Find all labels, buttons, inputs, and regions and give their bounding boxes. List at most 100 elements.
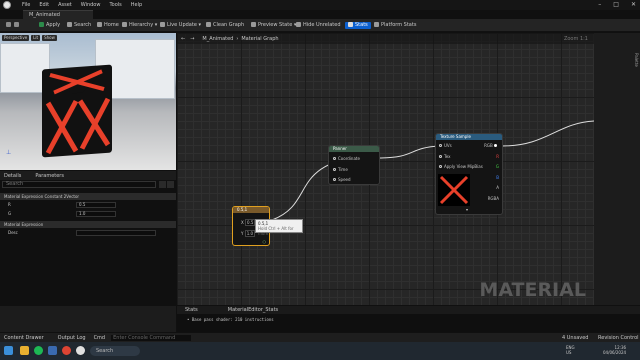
- pin-rgb-label: RGB: [484, 143, 493, 148]
- texture-sample-node[interactable]: Texture Sample UVs Tex Apply View MipBia…: [435, 133, 503, 215]
- texture-thumbnail: [438, 174, 470, 206]
- stats-log-tab[interactable]: MaterialEditor_Stats: [228, 307, 278, 313]
- const-y[interactable]: Y 1.0: [241, 230, 256, 237]
- asset-tab[interactable]: M_Animated: [23, 10, 93, 19]
- menu-file[interactable]: File: [22, 2, 30, 8]
- pin-coordinate[interactable]: Coordinate: [333, 156, 360, 161]
- windows-start-icon[interactable]: [4, 346, 13, 355]
- search-icon: [67, 22, 72, 27]
- app-icon[interactable]: [48, 346, 57, 355]
- title-bar: File Edit Asset Window Tools Help – □ ✕: [0, 0, 640, 10]
- content-drawer-button[interactable]: Content Drawer: [4, 335, 44, 341]
- const-y-value[interactable]: 1.0: [244, 230, 256, 237]
- pin-b[interactable]: B: [496, 175, 499, 180]
- revision-control-button[interactable]: Revision Control: [598, 335, 639, 341]
- show-button[interactable]: Show: [42, 35, 57, 41]
- clock[interactable]: 12:36 04/06/2024: [603, 345, 626, 355]
- pin-uvs[interactable]: UVs: [439, 143, 452, 148]
- pin-r[interactable]: R: [496, 154, 499, 159]
- section-material-expression[interactable]: Material Expression: [0, 221, 176, 228]
- file-explorer-icon[interactable]: [20, 346, 29, 355]
- collapse-chevron-icon[interactable]: ▾: [466, 207, 468, 212]
- clean-graph-button[interactable]: Clean Graph: [206, 22, 244, 29]
- viewport-toolbar: Perspective Lit Show: [2, 35, 59, 41]
- hierarchy-button[interactable]: Hierarchy ▾: [122, 22, 157, 29]
- unreal-taskbar-icon[interactable]: [76, 346, 85, 355]
- asset-tab-label: M_Animated: [29, 12, 60, 18]
- pin-tex-label: Tex: [444, 154, 451, 159]
- const-x-label: X: [241, 220, 244, 225]
- const-x[interactable]: X 0.5: [241, 219, 256, 226]
- filter-icon[interactable]: [159, 181, 166, 188]
- pin-rgb[interactable]: RGB: [484, 143, 499, 148]
- pin-a[interactable]: A: [496, 185, 499, 190]
- details-tab[interactable]: Details: [4, 173, 21, 179]
- cmd-dropdown[interactable]: Cmd: [94, 335, 106, 341]
- parameters-tab[interactable]: Parameters: [35, 173, 64, 179]
- output-log-button[interactable]: Output Log: [58, 335, 86, 341]
- search-label: Search: [74, 22, 92, 28]
- home-label: Home: [104, 22, 119, 28]
- pin-tex[interactable]: Tex: [439, 154, 451, 159]
- pin-g[interactable]: G: [496, 164, 499, 169]
- menu-window[interactable]: Window: [81, 2, 101, 8]
- pin-time[interactable]: Time: [333, 167, 348, 172]
- pin-g-label: G: [495, 164, 499, 169]
- desc-field[interactable]: [76, 230, 156, 236]
- pin-r-label: R: [496, 154, 499, 159]
- close-button[interactable]: ✕: [631, 1, 636, 8]
- r-value-field[interactable]: 0.5: [76, 202, 116, 208]
- wire-panner-to-texture: [376, 145, 440, 159]
- region-label: US: [566, 350, 572, 355]
- console-command-input[interactable]: Enter Console Command: [111, 334, 192, 341]
- stats-button[interactable]: Stats: [345, 22, 371, 29]
- wire-texture-to-basecolor: [501, 120, 594, 147]
- chrome-icon[interactable]: [62, 346, 71, 355]
- settings-icon[interactable]: [167, 181, 174, 188]
- menu-help[interactable]: Help: [131, 2, 142, 8]
- toolbar: Apply Search Home Hierarchy ▾ Live Updat…: [0, 19, 640, 32]
- language-indicator[interactable]: ENG US: [566, 345, 575, 355]
- window-controls: – □ ✕: [586, 1, 636, 8]
- section-constant2vector[interactable]: Material Expression Constant 2Vector: [0, 193, 176, 200]
- clock-date: 04/06/2024: [603, 350, 627, 355]
- live-update-button[interactable]: Live Update ▾: [160, 22, 201, 29]
- pin-speed-label: Speed: [338, 177, 351, 182]
- hide-unrelated-button[interactable]: Hide Unrelated: [296, 22, 341, 29]
- search-button[interactable]: Search: [67, 22, 91, 29]
- document-tab-bar: [0, 10, 640, 19]
- preview-viewport[interactable]: Perspective Lit Show ⊥: [0, 33, 176, 170]
- stats-tab[interactable]: Stats: [185, 307, 198, 313]
- const-x-value[interactable]: 0.5: [245, 219, 256, 226]
- apply-button[interactable]: Apply: [39, 22, 60, 29]
- taskbar-search[interactable]: Search: [90, 346, 140, 356]
- g-value-field[interactable]: 1.0: [76, 211, 116, 217]
- spotify-icon[interactable]: [34, 346, 43, 355]
- platform-stats-button[interactable]: Platform Stats: [374, 22, 416, 29]
- menu-tools[interactable]: Tools: [109, 2, 121, 8]
- pin-rgba[interactable]: RGBA: [488, 196, 499, 201]
- unsaved-indicator[interactable]: 4 Unsaved: [562, 335, 588, 341]
- preview-state-button[interactable]: Preview State ▾: [251, 22, 296, 29]
- menu-edit[interactable]: Edit: [39, 2, 49, 8]
- cube-pattern: [45, 68, 111, 155]
- pin-apply-mip[interactable]: Apply View MipBias: [439, 164, 483, 169]
- palette-tab[interactable]: Palette: [634, 53, 639, 67]
- pin-speed[interactable]: Speed: [333, 177, 351, 182]
- platform-stats-icon: [374, 22, 379, 27]
- menu-asset[interactable]: Asset: [58, 2, 72, 8]
- maximize-button[interactable]: □: [613, 1, 619, 8]
- details-search-input[interactable]: Search: [2, 181, 156, 188]
- stats-icon: [348, 22, 353, 27]
- save-icon[interactable]: [6, 22, 13, 29]
- const-output-pin[interactable]: ○: [263, 239, 267, 244]
- unreal-logo-icon[interactable]: [3, 1, 11, 9]
- minimize-button[interactable]: –: [598, 1, 601, 8]
- panner-node[interactable]: Panner Coordinate Time Speed: [328, 145, 380, 185]
- lit-button[interactable]: Lit: [31, 35, 41, 41]
- browse-icon[interactable]: [14, 22, 21, 29]
- pin-a-label: A: [496, 185, 499, 190]
- home-button[interactable]: Home: [97, 22, 119, 29]
- perspective-button[interactable]: Perspective: [2, 35, 30, 41]
- material-graph-canvas[interactable]: ← → M_Animated › Material Graph Zoom 1:1…: [177, 33, 594, 305]
